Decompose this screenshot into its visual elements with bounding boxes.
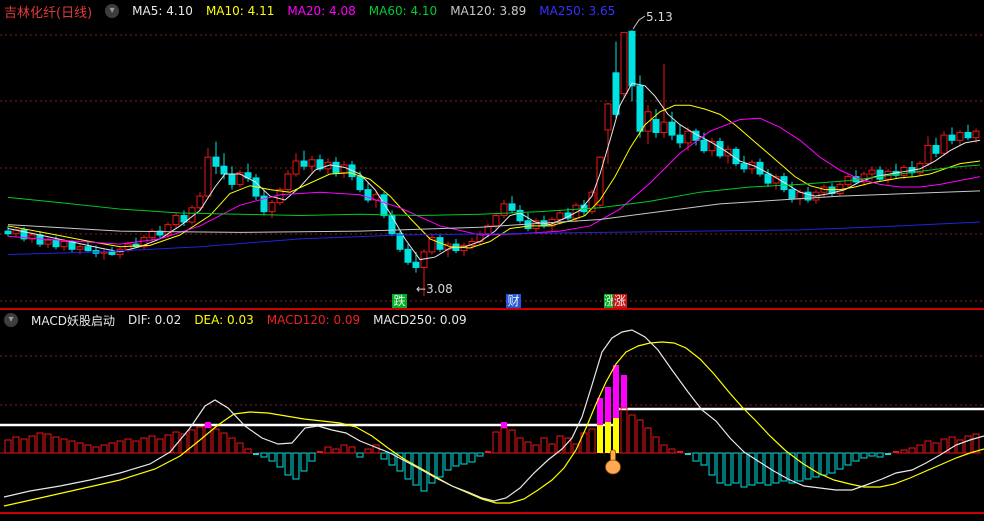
ma20-label: MA20: 4.08 xyxy=(287,4,356,18)
ma5-label: MA5: 4.10 xyxy=(132,4,193,18)
watermark-zhang: 涨 xyxy=(613,294,627,308)
ma120-label: MA120: 3.89 xyxy=(450,4,527,18)
macd-header: ▾ MACD妖股启动 DIF: 0.02 DEA: 0.03 MACD120: … xyxy=(4,309,467,331)
watermark-zhang-clip: 涨 xyxy=(604,294,613,308)
chart-canvas[interactable] xyxy=(0,0,984,521)
macd120-label: MACD120: 0.09 xyxy=(266,313,361,327)
peak-pointer-line xyxy=(632,15,646,30)
collapse-macd-icon[interactable]: ▾ xyxy=(4,313,18,327)
watermark-die: 跌 xyxy=(392,294,407,308)
hand-icon xyxy=(605,449,621,475)
ma10-label: MA10: 4.11 xyxy=(205,4,275,18)
main-chart-header: 吉林化纤(日线) ▾ MA5: 4.10 MA10: 4.11 MA20: 4.… xyxy=(4,0,615,22)
signal-marker xyxy=(205,422,211,428)
macd250-label: MACD250: 0.09 xyxy=(373,313,467,327)
dif-label: DIF: 0.02 xyxy=(127,313,182,327)
stock-chart-app: 吉林化纤(日线) ▾ MA5: 4.10 MA10: 4.11 MA20: 4.… xyxy=(0,0,984,521)
dea-label: DEA: 0.03 xyxy=(194,313,254,327)
ma250-line xyxy=(7,221,981,255)
ma250-label: MA250: 3.65 xyxy=(539,4,616,18)
candles-layer xyxy=(4,30,980,296)
ma60-label: MA60: 4.10 xyxy=(368,4,438,18)
signal-marker xyxy=(501,422,507,428)
peak-price-annotation: 5.13 xyxy=(646,10,673,24)
stock-title: 吉林化纤(日线) xyxy=(4,5,93,21)
collapse-main-icon[interactable]: ▾ xyxy=(105,4,120,18)
macd-indicator-title: MACD妖股启动 xyxy=(31,313,115,328)
low-price-annotation: ←3.08 xyxy=(416,282,453,296)
watermark-cai: 财 xyxy=(506,294,521,308)
